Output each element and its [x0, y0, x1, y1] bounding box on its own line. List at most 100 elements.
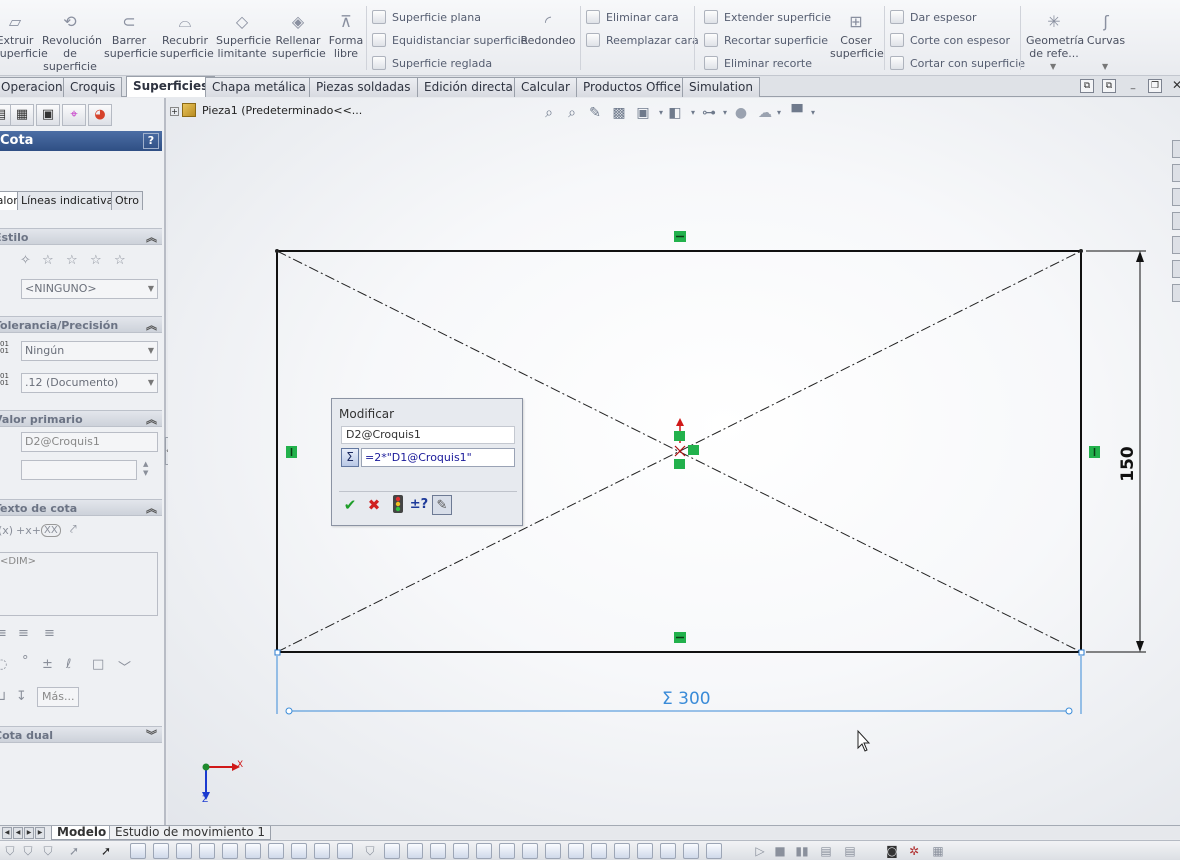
configuration-manager-tab[interactable]: ▣: [36, 104, 60, 126]
task-pane-tab[interactable]: [1172, 140, 1180, 158]
filter-icon[interactable]: [268, 843, 284, 859]
width-dimension-text[interactable]: Σ 300: [662, 689, 711, 709]
filter-icon[interactable]: [591, 843, 607, 859]
display-manager-tab[interactable]: ◕: [88, 104, 112, 126]
tab-piezas-soldadas[interactable]: Piezas soldadas: [309, 77, 418, 97]
task-pane-tab[interactable]: [1172, 236, 1180, 254]
modify-dialog[interactable]: Modificar D2@Croquis1 Σ =2*"D1@Croquis1"…: [331, 398, 523, 526]
filter-icon[interactable]: [706, 843, 722, 859]
help-button[interactable]: ?: [143, 133, 159, 149]
thicken-cut-button[interactable]: Corte con espesor: [890, 31, 1010, 51]
centerline-symbol-icon[interactable]: ℓ: [66, 657, 71, 672]
save-macro-icon[interactable]: ▤: [842, 843, 858, 859]
freeform-button[interactable]: ⊼ Forma libre: [328, 4, 364, 60]
previous-view-icon[interactable]: ✎: [586, 104, 604, 122]
filter-icon[interactable]: [384, 843, 400, 859]
filter-icon[interactable]: [199, 843, 215, 859]
filter-icon[interactable]: [660, 843, 676, 859]
apply-default-style-icon[interactable]: ✧: [20, 253, 31, 268]
collapse-icon[interactable]: ︽: [146, 229, 157, 246]
filter-icon[interactable]: ⛉: [20, 843, 36, 859]
extend-surface-button[interactable]: Extender superficie: [704, 8, 831, 28]
chevron-down-icon[interactable]: ▾: [770, 104, 788, 122]
rebuild-button[interactable]: [388, 495, 408, 515]
ok-button[interactable]: ✔: [340, 495, 360, 515]
select-arrow-icon[interactable]: ➚: [66, 843, 82, 859]
chevron-down-icon[interactable]: ▼: [1050, 62, 1056, 71]
primary-value-section-header[interactable]: Valor primario ︽: [0, 410, 162, 427]
plus-minus-symbol-icon[interactable]: ±: [42, 657, 53, 672]
feature-tree-flyout[interactable]: + Pieza1 (Predeterminado<<...: [170, 103, 362, 117]
chevron-down-icon[interactable]: ﹀: [118, 657, 131, 676]
edit-appearance-icon[interactable]: ●: [732, 104, 750, 122]
ruled-surface-button[interactable]: Superficie reglada: [372, 54, 492, 74]
style-section-header[interactable]: Estilo ︽: [0, 228, 162, 245]
zoom-to-area-icon[interactable]: ⌕: [563, 104, 581, 122]
filter-icon[interactable]: [453, 843, 469, 859]
more-symbols-button[interactable]: Más...: [37, 687, 80, 707]
mark-dimension-button[interactable]: ✎: [432, 495, 452, 515]
next-tab-icon[interactable]: ▶: [24, 827, 34, 839]
prev-tab-icon[interactable]: ◀: [13, 827, 23, 839]
inspection-dimension-icon[interactable]: XX: [41, 524, 61, 537]
height-dimension-text[interactable]: 150: [1117, 442, 1139, 486]
tab-superficies[interactable]: Superficies: [126, 76, 216, 97]
subtab-otro[interactable]: Otro: [111, 191, 143, 210]
filter-icon[interactable]: [522, 843, 538, 859]
settings-icon[interactable]: ✲: [906, 843, 922, 859]
filter-icon[interactable]: [568, 843, 584, 859]
depth-symbol-icon[interactable]: ↧: [16, 689, 27, 704]
align-left-icon[interactable]: ≡: [0, 626, 7, 641]
tolerance-section-header[interactable]: Tolerancia/Precisión ︽: [0, 316, 162, 333]
filter-icon[interactable]: [499, 843, 515, 859]
degree-symbol-icon[interactable]: °: [22, 654, 29, 669]
tab-simulation[interactable]: Simulation: [682, 77, 760, 97]
task-pane-tab[interactable]: [1172, 284, 1180, 302]
align-right-icon[interactable]: ≡: [44, 626, 55, 641]
spin-buttons-icon[interactable]: ▲ ▼: [143, 460, 148, 478]
untrim-surface-button[interactable]: Eliminar recorte: [704, 54, 812, 74]
view-orientation-icon[interactable]: ▣: [634, 104, 652, 122]
chevron-down-icon[interactable]: ▾: [804, 104, 822, 122]
last-tab-icon[interactable]: ▶: [35, 827, 45, 839]
filter-icon[interactable]: [291, 843, 307, 859]
filter-icon[interactable]: [430, 843, 446, 859]
offset-surface-button[interactable]: Equidistanciar superficie: [372, 31, 527, 51]
restore-icon[interactable]: ❐: [1148, 79, 1162, 93]
thicken-button[interactable]: Dar espesor: [890, 8, 976, 28]
filter-icon[interactable]: ⛉: [362, 843, 378, 859]
curves-button[interactable]: ʃ Curvas: [1086, 4, 1126, 47]
dimension-name-field[interactable]: D2@Croquis1: [341, 426, 515, 444]
minimize-icon[interactable]: _: [1126, 79, 1140, 93]
filter-icon[interactable]: ⛉: [40, 843, 56, 859]
fillet-button[interactable]: ◜ Redondeo: [520, 4, 576, 47]
surface-cut-button[interactable]: Cortar con superficie: [890, 54, 1025, 74]
primary-value-input[interactable]: [21, 460, 137, 480]
expand-icon[interactable]: ︾: [146, 727, 157, 744]
zoom-to-fit-icon[interactable]: ⌕: [540, 104, 558, 122]
tab-edicion-directa[interactable]: Edición directa: [417, 77, 520, 97]
align-center-icon[interactable]: ≡: [18, 626, 29, 641]
sweep-surface-button[interactable]: ⊂ Barrer superficie: [104, 4, 158, 60]
play-icon[interactable]: ▷: [752, 843, 768, 859]
dimxpert-manager-tab[interactable]: ⌖: [62, 104, 86, 126]
precision-select[interactable]: .12 (Documento) ▼: [21, 373, 158, 393]
filter-icon[interactable]: [176, 843, 192, 859]
load-style-icon[interactable]: ☆: [114, 253, 126, 268]
parentheses-icon[interactable]: (x): [0, 524, 13, 537]
options-icon[interactable]: ▦: [930, 843, 946, 859]
collapse-icon[interactable]: ︽: [146, 317, 157, 334]
boundary-surface-button[interactable]: ◇ Superficie limitante: [216, 4, 271, 60]
knit-surface-button[interactable]: ⊞ Coser superficie: [830, 4, 884, 60]
square-symbol-icon[interactable]: □: [92, 657, 104, 672]
display-style-icon[interactable]: ◧: [666, 104, 684, 122]
record-icon[interactable]: ▤: [818, 843, 834, 859]
section-view-icon[interactable]: ▩: [610, 104, 628, 122]
filter-icon[interactable]: [314, 843, 330, 859]
offset-text-icon[interactable]: ⤤: [70, 522, 77, 537]
filter-icon[interactable]: [222, 843, 238, 859]
filter-icon[interactable]: [407, 843, 423, 859]
task-pane-tab[interactable]: [1172, 212, 1180, 230]
tab-estudio-movimiento[interactable]: Estudio de movimiento 1: [109, 826, 272, 840]
filter-icon[interactable]: [614, 843, 630, 859]
